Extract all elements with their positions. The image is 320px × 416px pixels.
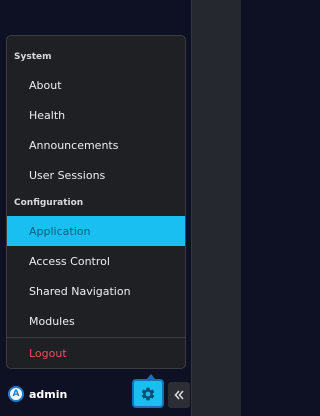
menu-item-user-sessions[interactable]: User Sessions xyxy=(7,160,185,190)
username: admin xyxy=(29,387,68,401)
section-header-system: System xyxy=(14,52,52,62)
menu-item-health[interactable]: Health xyxy=(7,100,185,130)
menu-item-announcements[interactable]: Announcements xyxy=(7,130,185,160)
main-content-area xyxy=(192,0,241,416)
settings-button[interactable] xyxy=(132,374,164,408)
menu-item-about[interactable]: About xyxy=(7,70,185,100)
menu-item-shared-navigation[interactable]: Shared Navigation xyxy=(7,276,185,306)
settings-menu: System About Health Announcements User S… xyxy=(6,35,186,369)
user-profile[interactable]: A admin xyxy=(8,386,67,402)
menu-item-access-control[interactable]: Access Control xyxy=(7,246,185,276)
menu-item-modules[interactable]: Modules xyxy=(7,306,185,336)
collapse-sidebar-button[interactable] xyxy=(168,382,190,408)
logout-button[interactable]: Logout xyxy=(7,338,185,368)
section-header-configuration: Configuration xyxy=(14,198,84,208)
menu-item-application[interactable]: Application xyxy=(7,216,185,246)
avatar: A xyxy=(8,386,24,402)
double-chevron-left-icon xyxy=(174,390,184,400)
gear-icon xyxy=(141,387,155,400)
